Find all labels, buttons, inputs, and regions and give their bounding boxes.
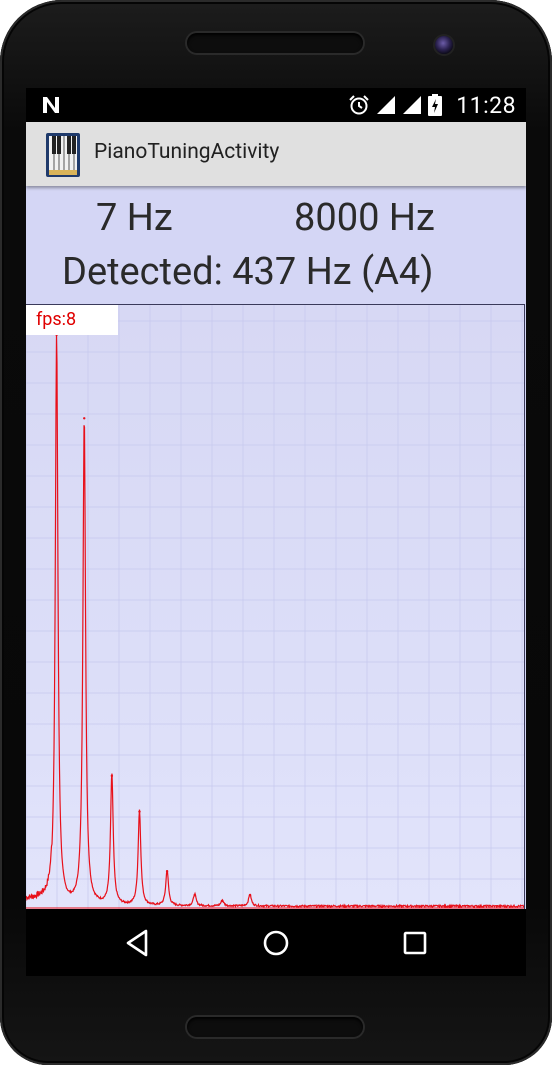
spectrum-plot[interactable]: fps:8 [26,304,525,910]
spectrum-chart [26,305,524,910]
frequency-range: 7 Hz 8000 Hz [26,196,526,240]
spectrum-peak-6 [193,893,196,897]
status-bar: 11:28 [26,88,526,122]
top-speaker [187,33,363,53]
piano-app-icon[interactable] [46,133,80,177]
spectrum-line [26,335,524,909]
phone-frame: 11:28 PianoTuningActivity 7 Hz 8000 Hz D… [0,0,552,1065]
action-bar: PianoTuningActivity [26,122,526,186]
home-circle-icon[interactable] [260,927,292,959]
bottom-speaker [187,1017,363,1037]
recents-square-icon[interactable] [399,927,431,959]
max-frequency-label: 8000 Hz [294,196,435,240]
alarm-clock-icon [349,95,369,115]
fps-label: fps:8 [26,305,118,335]
signal-icon [377,96,396,114]
cell-signal-icon [403,96,422,114]
plot-grid [26,305,524,910]
spectrum-peak-5 [165,870,169,873]
spectrum-peak-3 [110,774,114,778]
detected-frequency-label: Detected: 437 Hz (A4) [62,250,434,294]
n-icon [43,97,59,113]
screen: 11:28 PianoTuningActivity 7 Hz 8000 Hz D… [26,88,526,976]
app-title: PianoTuningActivity [94,140,280,164]
tuner-content: 7 Hz 8000 Hz Detected: 437 Hz (A4) fps:8 [26,186,526,910]
status-time: 11:28 [456,91,516,119]
spectrum-peak-7 [221,899,224,903]
front-camera [435,36,453,54]
spectrum-peak-4 [138,810,141,813]
battery-charging-icon [428,94,443,116]
spectrum-peak-8 [248,893,252,897]
min-frequency-label: 7 Hz [96,196,173,240]
spectrum-peak-2 [83,417,86,420]
navigation-bar [26,909,526,976]
back-triangle-icon[interactable] [122,927,154,959]
